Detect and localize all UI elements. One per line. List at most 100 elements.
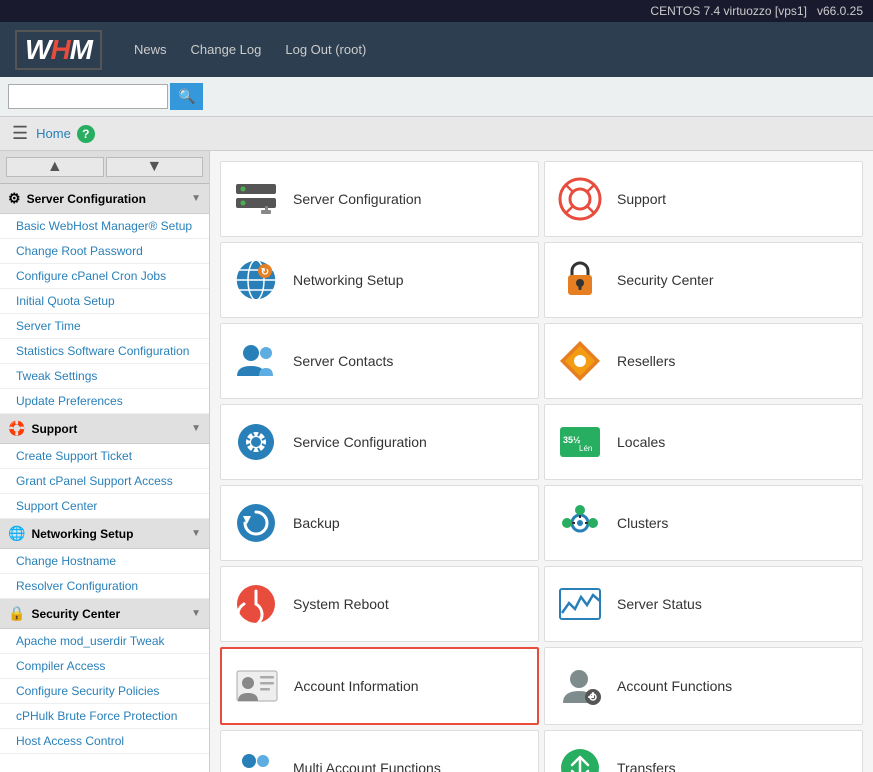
grid-item-label: Service Configuration: [293, 434, 427, 450]
grid-item-label: Security Center: [617, 272, 713, 288]
sidebar-item[interactable]: Support Center: [0, 494, 209, 519]
search-bar: 🔍: [0, 77, 873, 117]
sidebar-section-label: Security Center: [31, 607, 120, 621]
resellers-grid-icon: [555, 336, 605, 386]
contacts-grid-icon: [231, 336, 281, 386]
grid-item-server-configuration[interactable]: Server Configuration: [220, 161, 539, 237]
sidebar-item[interactable]: Host Access Control: [0, 729, 209, 754]
grid-item-label: Multi Account Functions: [293, 760, 441, 772]
grid-item-label: Server Contacts: [293, 353, 393, 369]
sidebar-section-label: Support: [31, 422, 77, 436]
sidebar-section-security[interactable]: 🔒 Security Center ▼: [0, 599, 209, 629]
search-button[interactable]: 🔍: [170, 83, 203, 110]
top-bar: CENTOS 7.4 virtuozzo [vps1] v66.0.25: [0, 0, 873, 22]
grid-item-label: Networking Setup: [293, 272, 404, 288]
sidebar-item-create-support-ticket[interactable]: Create Support Ticket: [0, 444, 209, 469]
server-config-icon: ⚙: [8, 190, 21, 207]
help-icon[interactable]: ?: [77, 125, 95, 143]
sidebar-item[interactable]: Configure Security Policies: [0, 679, 209, 704]
grid-item-label: Support: [617, 191, 666, 207]
grid-item-transfers[interactable]: Transfers: [544, 730, 863, 772]
sidebar-item-statistics[interactable]: Statistics Software Configuration: [0, 339, 209, 364]
sidebar-item-compiler-access[interactable]: Compiler Access: [0, 654, 209, 679]
sidebar-section-label: Server Configuration: [27, 192, 146, 206]
chevron-down-icon: ▼: [191, 608, 201, 619]
sidebar-section-networking[interactable]: 🌐 Networking Setup ▼: [0, 519, 209, 549]
header: WHM News Change Log Log Out (root): [0, 22, 873, 77]
main-grid: Server Configuration Support: [220, 161, 863, 772]
grid-item-label: Account Functions: [617, 678, 732, 694]
breadcrumb-home[interactable]: Home: [36, 126, 71, 141]
security-grid-icon: [555, 255, 605, 305]
grid-item-label: Backup: [293, 515, 340, 531]
support-grid-icon: [555, 174, 605, 224]
server-config-grid-icon: [231, 174, 281, 224]
locales-grid-icon: 35½ Lén: [555, 417, 605, 467]
networking-grid-icon: ↻: [231, 255, 281, 305]
grid-item-backup[interactable]: Backup: [220, 485, 539, 561]
sidebar-item[interactable]: Apache mod_userdir Tweak: [0, 629, 209, 654]
chevron-down-icon: ▼: [191, 193, 201, 204]
sidebar-section-label: Networking Setup: [31, 527, 133, 541]
scroll-up-button[interactable]: ▲: [6, 157, 104, 177]
sidebar-item[interactable]: cPHulk Brute Force Protection: [0, 704, 209, 729]
grid-item-service-configuration[interactable]: Service Configuration: [220, 404, 539, 480]
grid-item-support[interactable]: Support: [544, 161, 863, 237]
sidebar-item[interactable]: Server Time: [0, 314, 209, 339]
sidebar-item[interactable]: Tweak Settings: [0, 364, 209, 389]
grid-item-multi-account-functions[interactable]: Multi Account Functions: [220, 730, 539, 772]
grid-item-label: Account Information: [294, 678, 419, 694]
grid-item-account-information[interactable]: Account Information: [220, 647, 539, 725]
scroll-buttons: ▲ ▼: [0, 151, 209, 184]
sidebar-item[interactable]: Configure cPanel Cron Jobs: [0, 264, 209, 289]
sidebar-item[interactable]: Resolver Configuration: [0, 574, 209, 599]
sidebar-section-support[interactable]: 🛟 Support ▼: [0, 414, 209, 444]
layout: ▲ ▼ ⚙ Server Configuration ▼ Basic WebHo…: [0, 151, 873, 772]
sidebar-item[interactable]: Change Root Password: [0, 239, 209, 264]
nav-logout[interactable]: Log Out (root): [285, 42, 366, 57]
service-config-grid-icon: [231, 417, 281, 467]
grid-item-resellers[interactable]: Resellers: [544, 323, 863, 399]
sidebar-item[interactable]: Basic WebHost Manager® Setup: [0, 214, 209, 239]
grid-item-system-reboot[interactable]: System Reboot: [220, 566, 539, 642]
logo: WHM: [15, 30, 102, 70]
reboot-grid-icon: [231, 579, 281, 629]
grid-item-locales[interactable]: 35½ Lén Locales: [544, 404, 863, 480]
multi-account-grid-icon: [231, 743, 281, 772]
grid-item-clusters[interactable]: Clusters: [544, 485, 863, 561]
grid-item-label: Resellers: [617, 353, 675, 369]
backup-grid-icon: [231, 498, 281, 548]
grid-item-server-status[interactable]: Server Status: [544, 566, 863, 642]
menu-icon[interactable]: ☰: [12, 123, 28, 144]
scroll-down-button[interactable]: ▼: [106, 157, 204, 177]
grid-item-networking-setup[interactable]: ↻ Networking Setup: [220, 242, 539, 318]
grid-item-label: System Reboot: [293, 596, 389, 612]
nav-changelog[interactable]: Change Log: [191, 42, 262, 57]
security-icon: 🔒: [8, 605, 25, 622]
nav-news[interactable]: News: [134, 42, 167, 57]
sidebar-item[interactable]: Grant cPanel Support Access: [0, 469, 209, 494]
sidebar-section-server-configuration[interactable]: ⚙ Server Configuration ▼: [0, 184, 209, 214]
grid-item-label: Transfers: [617, 760, 676, 772]
version: v66.0.25: [817, 4, 863, 18]
svg-text:Lén: Lén: [579, 444, 592, 453]
sidebar-item-update-preferences[interactable]: Update Preferences: [0, 389, 209, 414]
svg-text:↻: ↻: [261, 267, 269, 278]
clusters-grid-icon: [555, 498, 605, 548]
grid-item-server-contacts[interactable]: Server Contacts: [220, 323, 539, 399]
grid-item-label: Server Configuration: [293, 191, 421, 207]
grid-item-label: Clusters: [617, 515, 668, 531]
grid-item-security-center[interactable]: Security Center: [544, 242, 863, 318]
server-info: CENTOS 7.4 virtuozzo [vps1]: [650, 4, 807, 18]
transfers-grid-icon: [555, 743, 605, 772]
account-info-grid-icon: [232, 661, 282, 711]
networking-icon: 🌐: [8, 525, 25, 542]
breadcrumb-bar: ☰ Home ?: [0, 117, 873, 151]
grid-item-account-functions[interactable]: Account Functions: [544, 647, 863, 725]
main-content: Server Configuration Support: [210, 151, 873, 772]
server-status-grid-icon: [555, 579, 605, 629]
chevron-down-icon: ▼: [191, 423, 201, 434]
sidebar-item[interactable]: Change Hostname: [0, 549, 209, 574]
sidebar-item[interactable]: Initial Quota Setup: [0, 289, 209, 314]
search-input[interactable]: [8, 84, 168, 109]
